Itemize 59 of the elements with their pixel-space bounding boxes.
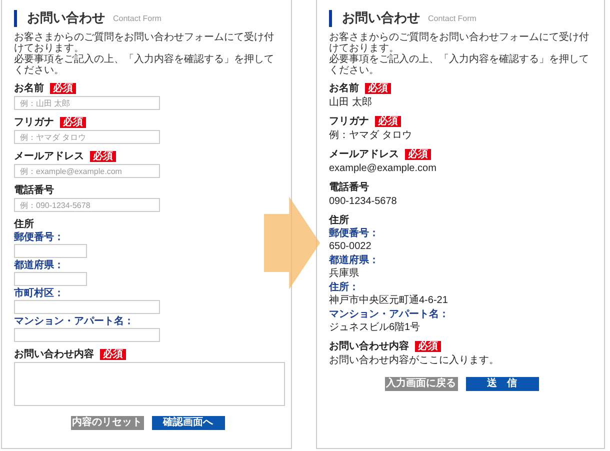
- field-label: フリガナ: [14, 116, 54, 129]
- field-value: 650-0022: [329, 240, 372, 253]
- text-field[interactable]: 例：ヤマダ タロウ: [14, 130, 160, 144]
- required-badge: 必須: [60, 116, 86, 128]
- field-label: 住所: [329, 214, 349, 227]
- field-label: メールアドレス: [14, 150, 84, 163]
- field-value: お問い合わせ内容がここに入ります。: [329, 354, 500, 367]
- field-label: 電話番号: [14, 184, 54, 197]
- field-label: お問い合わせ内容: [14, 347, 94, 361]
- action-button[interactable]: 送 信: [466, 377, 538, 391]
- sub-label: マンション・アパート名：: [14, 316, 135, 328]
- required-badge: 必須: [415, 340, 441, 352]
- field-value: 090-1234-5678: [329, 195, 398, 208]
- message-field[interactable]: [14, 362, 285, 406]
- sub-label: 市町村区：: [14, 288, 65, 300]
- required-badge: 必須: [50, 82, 76, 94]
- required-badge: 必須: [405, 148, 431, 160]
- text-field[interactable]: 例：example@example.com: [14, 164, 160, 178]
- field-value: ジュネスビル6階1号: [329, 321, 422, 334]
- field-label: 電話番号: [329, 180, 369, 194]
- arrow-icon: [264, 195, 322, 291]
- heading-bar: [329, 10, 332, 26]
- sub-label: 都道府県：: [14, 260, 65, 272]
- text-field[interactable]: [14, 328, 160, 342]
- form-subtitle: Contact Form: [113, 14, 162, 22]
- sub-label: 住所：: [329, 282, 360, 294]
- description-text: お客さまからのご質問をお問い合わせフォームにて受け付けております。: [14, 32, 275, 54]
- required-badge: 必須: [90, 150, 116, 162]
- field-label: お名前: [14, 82, 44, 95]
- description-text: 必要事項をご記入の上、「入力内容を確認する」を押してください。: [329, 54, 590, 76]
- text-field[interactable]: [14, 244, 87, 258]
- field-label: メールアドレス: [329, 148, 399, 161]
- field-label: フリガナ: [329, 115, 369, 128]
- text-field[interactable]: [14, 300, 160, 314]
- field-label: お問い合わせ内容: [329, 339, 409, 353]
- description-text: 必要事項をご記入の上、「入力内容を確認する」を押してください。: [14, 54, 275, 76]
- field-value: 例：ヤマダ タロウ: [329, 129, 413, 142]
- field-value: 神戸市中央区元町通4-6-21: [329, 294, 449, 307]
- text-field[interactable]: [14, 272, 87, 286]
- text-field[interactable]: 例：090-1234-5678: [14, 198, 160, 212]
- sub-label: 郵便番号：: [14, 232, 65, 244]
- form-title: お問い合わせ: [27, 9, 105, 27]
- field-label: お名前: [329, 82, 359, 95]
- text-field[interactable]: 例：山田 太郎: [14, 96, 160, 110]
- form-title: お問い合わせ: [342, 9, 420, 27]
- sub-label: 郵便番号：: [329, 228, 380, 240]
- required-badge: 必須: [100, 348, 126, 360]
- required-badge: 必須: [365, 82, 391, 94]
- action-button[interactable]: 確認画面へ: [152, 416, 224, 430]
- heading-bar: [14, 10, 17, 26]
- field-value: 山田 太郎: [329, 96, 373, 109]
- sub-label: 都道府県：: [329, 255, 380, 267]
- description-text: お客さまからのご質問をお問い合わせフォームにて受け付けております。: [329, 32, 590, 54]
- sub-label: マンション・アパート名：: [329, 309, 450, 321]
- field-value: 兵庫県: [329, 267, 360, 280]
- form-subtitle: Contact Form: [428, 14, 476, 22]
- field-label: 住所: [14, 218, 34, 231]
- required-badge: 必須: [375, 116, 401, 126]
- field-value: example@example.com: [329, 162, 438, 175]
